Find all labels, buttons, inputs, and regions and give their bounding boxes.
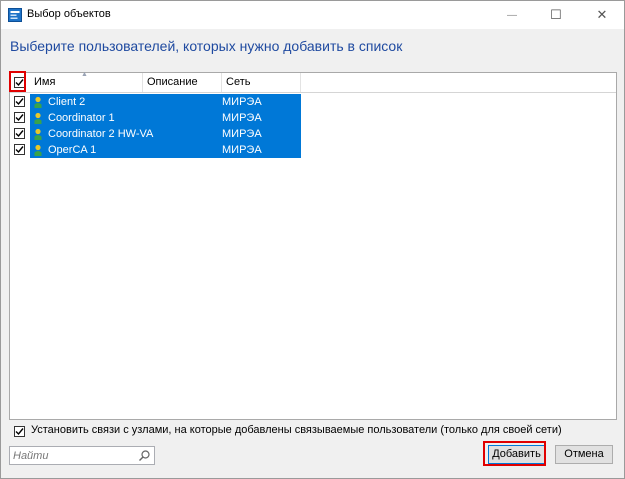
user-icon: [34, 144, 42, 156]
row-name: Client 2: [48, 96, 86, 108]
table-row[interactable]: Coordinator 1 МИРЭА Учебна...: [10, 110, 301, 138]
row-checkbox[interactable]: [14, 96, 25, 107]
link-option-label: Установить связи с узлами, на которые до…: [31, 424, 562, 436]
minimize-icon: —: [507, 9, 517, 21]
cancel-button-label: Отмена: [564, 448, 604, 460]
maximize-icon: ☐: [550, 7, 562, 22]
search-box[interactable]: [9, 446, 155, 465]
object-selection-dialog: Выбор объектов — ☐ ✕ Выберите пользовате…: [0, 0, 625, 479]
table-row[interactable]: Client 2 МИРЭА Учебна...: [10, 94, 301, 122]
column-header-network[interactable]: Сеть: [222, 73, 301, 92]
minimize-button[interactable]: —: [490, 1, 534, 29]
search-input[interactable]: [13, 448, 133, 463]
add-button-highlight-frame: [483, 441, 546, 466]
close-icon: ✕: [596, 7, 608, 22]
column-header-description[interactable]: Описание: [143, 73, 222, 92]
title-bar[interactable]: Выбор объектов — ☐ ✕: [1, 1, 624, 29]
close-button[interactable]: ✕: [580, 1, 624, 29]
row-name: OperCA 1: [48, 144, 97, 156]
row-checkbox[interactable]: [14, 128, 25, 139]
window-app-icon: [8, 8, 22, 22]
column-network-label: Сеть: [226, 76, 251, 88]
row-network: МИРЭА Учебна...: [222, 144, 269, 170]
checkmark-icon: [15, 98, 24, 106]
sort-ascending-icon: ▲: [81, 71, 88, 78]
cancel-button[interactable]: Отмена: [555, 445, 613, 464]
table-row[interactable]: Coordinator 2 HW-VA МИРЭА Учебна...: [10, 126, 301, 154]
row-checkbox[interactable]: [14, 144, 25, 155]
user-icon: [34, 128, 42, 140]
user-icon: [34, 112, 42, 124]
checkmark-icon: [15, 114, 24, 122]
row-name: Coordinator 1: [48, 112, 115, 124]
user-icon: [34, 96, 42, 108]
list-header: Имя ▲ Описание Сеть: [10, 71, 616, 93]
column-description-label: Описание: [147, 76, 198, 88]
maximize-button[interactable]: ☐: [534, 1, 578, 29]
row-name: Coordinator 2 HW-VA: [48, 128, 154, 140]
checkmark-icon: [15, 146, 24, 154]
users-list[interactable]: Имя ▲ Описание Сеть Client 2 МИРЭА Уче: [9, 71, 617, 420]
checkmark-icon: [15, 428, 24, 436]
search-icon[interactable]: [138, 449, 151, 462]
row-checkbox[interactable]: [14, 112, 25, 123]
column-name-label: Имя: [34, 76, 56, 88]
select-all-highlight-frame: [9, 71, 26, 92]
link-option-checkbox[interactable]: [14, 426, 25, 437]
checkmark-icon: [15, 130, 24, 138]
table-row[interactable]: OperCA 1 МИРЭА Учебна...: [10, 142, 301, 170]
dialog-heading: Выберите пользователей, которых нужно до…: [10, 38, 403, 54]
window-title: Выбор объектов: [27, 8, 111, 20]
